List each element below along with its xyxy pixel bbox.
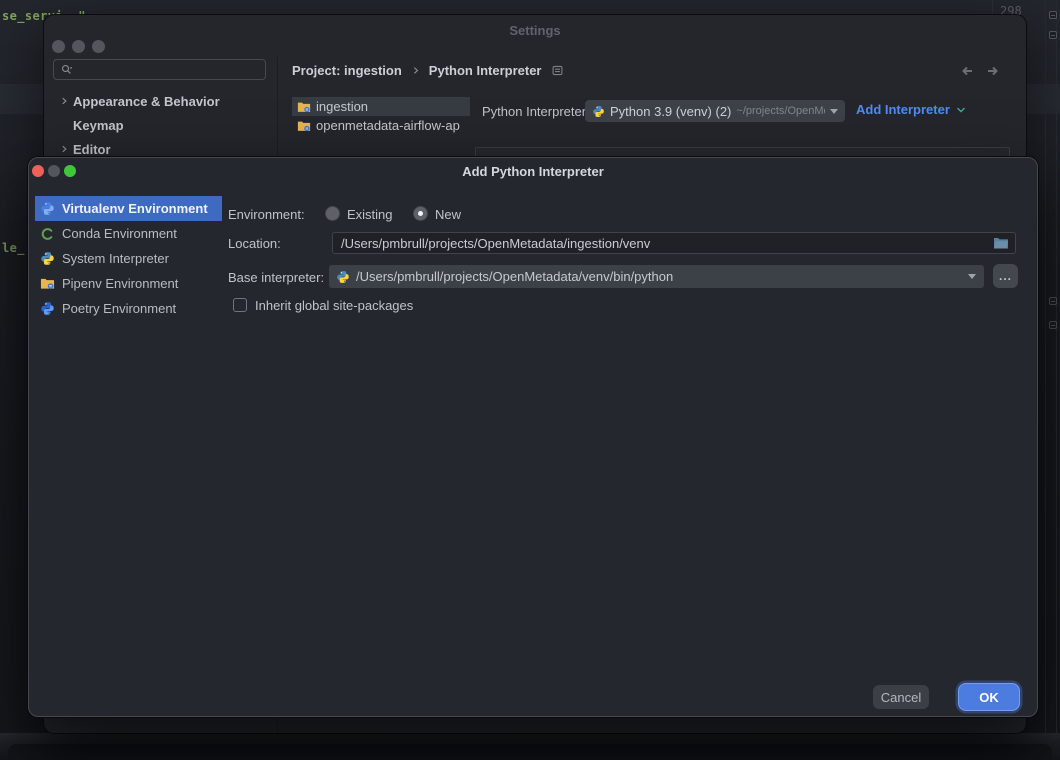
minimize-button-inactive[interactable] — [72, 40, 85, 53]
project-list: ingestion openmetadata-airflow-ap — [292, 97, 470, 135]
inherit-site-packages-label[interactable]: Inherit global site-packages — [255, 298, 413, 313]
pipenv-folder-icon — [39, 276, 55, 291]
zoom-button-inactive[interactable] — [92, 40, 105, 53]
add-interpreter-link[interactable]: Add Interpreter — [856, 102, 966, 117]
poetry-icon — [39, 301, 55, 316]
conda-icon — [39, 227, 55, 241]
chevron-right-icon — [54, 144, 73, 154]
forward-arrow-icon[interactable] — [985, 63, 1001, 79]
sidebar-item-label: Editor — [73, 142, 111, 157]
dropdown-arrow-icon — [968, 274, 976, 279]
python-icon — [592, 105, 605, 118]
add-interpreter-link-label: Add Interpreter — [856, 102, 950, 117]
virtualenv-python-icon — [39, 201, 55, 216]
sidebar-item-label: Appearance & Behavior — [73, 94, 220, 109]
project-list-item-openmetadata-airflow[interactable]: openmetadata-airflow-ap — [292, 116, 470, 135]
python-icon — [336, 270, 350, 284]
screen: se_servi.." le_ 298 Settings Appearance — [0, 0, 1060, 760]
editor-code-fragment-left: le_ — [2, 241, 25, 255]
base-interpreter-select[interactable]: /Users/pmbrull/projects/OpenMetadata/ven… — [329, 265, 984, 288]
radio-new[interactable] — [413, 206, 428, 221]
python-folder-icon — [297, 119, 311, 133]
dropdown-arrow-icon — [830, 109, 838, 114]
breadcrumb-page[interactable]: Python Interpreter — [429, 63, 542, 78]
code-fold-icon[interactable] — [1049, 11, 1057, 19]
location-input-value: /Users/pmbrull/projects/OpenMetadata/ing… — [341, 236, 993, 251]
env-type-label: System Interpreter — [62, 251, 169, 266]
ok-button[interactable]: OK — [959, 684, 1019, 710]
env-type-label: Poetry Environment — [62, 301, 176, 316]
interpreter-label: Python Interpreter: — [482, 104, 590, 119]
search-icon — [60, 63, 74, 77]
base-interpreter-value: /Users/pmbrull/projects/OpenMetadata/ven… — [356, 269, 962, 284]
sidebar-item-keymap[interactable]: Keymap — [54, 113, 124, 137]
more-options-button[interactable]: ... — [993, 264, 1018, 288]
env-type-label: Virtualenv Environment — [62, 201, 208, 216]
env-type-label: Pipenv Environment — [62, 276, 178, 291]
python-folder-icon — [297, 100, 311, 114]
sidebar-item-appearance-behavior[interactable]: Appearance & Behavior — [54, 89, 220, 113]
environment-label: Environment: — [228, 207, 305, 222]
editor-gutter-line — [992, 0, 993, 16]
interpreter-select-path: ~/projects/OpenMeta — [736, 105, 825, 117]
chevron-right-icon — [54, 96, 73, 106]
env-type-label: Conda Environment — [62, 226, 177, 241]
project-list-item-ingestion[interactable]: ingestion — [292, 97, 470, 116]
interpreter-select-value: Python 3.9 (venv) (2) — [610, 104, 731, 119]
breadcrumb-project[interactable]: Project: ingestion — [292, 63, 402, 78]
env-type-virtualenv[interactable]: Virtualenv Environment — [35, 196, 222, 221]
back-arrow-icon[interactable] — [959, 63, 975, 79]
radio-existing[interactable] — [325, 206, 340, 221]
add-interpreter-dialog: Add Python Interpreter Virtualenv Enviro… — [28, 157, 1038, 717]
dialog-title: Add Python Interpreter — [29, 164, 1037, 179]
code-fold-icon[interactable] — [1049, 31, 1057, 39]
radio-existing-label[interactable]: Existing — [347, 207, 393, 222]
settings-search-input[interactable] — [53, 59, 266, 80]
radio-new-label[interactable]: New — [435, 207, 461, 222]
interpreter-select[interactable]: Python 3.9 (venv) (2) ~/projects/OpenMet… — [585, 100, 845, 122]
location-label: Location: — [228, 236, 281, 251]
editor-margin-line — [1045, 0, 1046, 760]
breadcrumb: Project: ingestion Python Interpreter — [292, 59, 563, 81]
editor-margin-line — [1056, 0, 1057, 760]
base-interpreter-label: Base interpreter: — [228, 270, 324, 285]
python-icon — [39, 251, 55, 266]
browse-folder-icon[interactable] — [993, 236, 1009, 250]
env-type-poetry[interactable]: Poetry Environment — [35, 296, 222, 321]
close-button-inactive[interactable] — [52, 40, 65, 53]
location-input[interactable]: /Users/pmbrull/projects/OpenMetadata/ing… — [332, 232, 1016, 254]
code-fold-icon[interactable] — [1049, 321, 1057, 329]
inherit-site-packages-checkbox[interactable] — [233, 298, 247, 312]
navigation-arrows — [959, 63, 1001, 79]
cancel-button[interactable]: Cancel — [873, 685, 929, 709]
code-fold-icon[interactable] — [1049, 297, 1057, 305]
env-type-system[interactable]: System Interpreter — [35, 246, 222, 271]
settings-history-icon[interactable] — [552, 65, 563, 76]
sidebar-item-label: Keymap — [73, 118, 124, 133]
env-type-pipenv[interactable]: Pipenv Environment — [35, 271, 222, 296]
env-type-conda[interactable]: Conda Environment — [35, 221, 222, 246]
settings-window-title: Settings — [44, 23, 1026, 38]
project-list-item-label: ingestion — [316, 99, 368, 114]
ide-window-bottom-plate — [8, 744, 1052, 760]
chevron-down-icon — [956, 106, 966, 114]
project-list-item-label: openmetadata-airflow-ap — [316, 118, 460, 133]
chevron-right-icon — [411, 66, 420, 75]
